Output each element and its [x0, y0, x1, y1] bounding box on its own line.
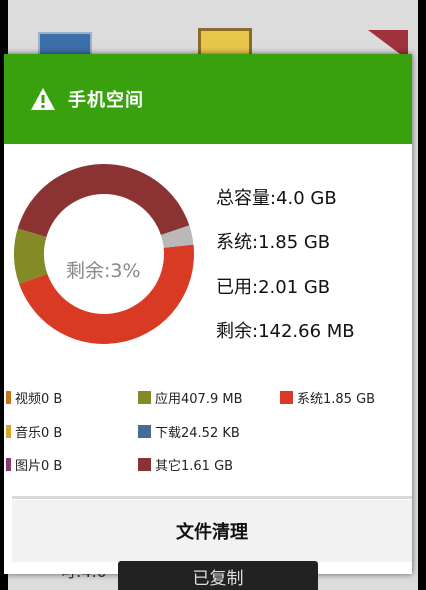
legend-swatch	[6, 425, 11, 438]
legend-item-downloads: 下载24.52 KB	[138, 422, 240, 441]
warning-icon	[31, 88, 55, 110]
legend-swatch	[6, 458, 11, 471]
divider	[12, 496, 412, 499]
file-cleanup-button[interactable]: 文件清理	[12, 500, 412, 562]
legend-item-pictures: 图片0 B	[6, 455, 62, 474]
legend-item-video: 视频0 B	[6, 388, 62, 407]
legend-swatch	[138, 391, 151, 404]
dialog-title: 手机空间	[68, 90, 144, 111]
legend-label: 其它1.61 GB	[155, 459, 234, 474]
donut-slice-其它	[17, 163, 190, 237]
legend-label: 音乐0 B	[15, 426, 63, 441]
legend-swatch	[138, 425, 151, 438]
system-usage: 系统:1.85 GB	[216, 232, 331, 253]
donut-slice-应用	[13, 228, 48, 284]
legend-item-system: 系统1.85 GB	[280, 388, 375, 407]
legend-label: 下载24.52 KB	[155, 426, 240, 441]
free-space: 剩余:142.66 MB	[216, 321, 355, 342]
storage-donut-chart	[13, 163, 195, 344]
dialog-header: 手机空间	[4, 54, 412, 144]
legend-swatch	[6, 391, 11, 404]
legend-item-music: 音乐0 B	[6, 422, 62, 441]
total-capacity: 总容量:4.0 GB	[216, 188, 337, 209]
legend-swatch	[280, 391, 293, 404]
used-space: 已用:2.01 GB	[216, 277, 331, 298]
donut-center-label: 剩余:3%	[66, 260, 141, 282]
legend-label: 应用407.9 MB	[155, 392, 243, 407]
legend-label: 系统1.85 GB	[297, 392, 376, 407]
legend-item-other: 其它1.61 GB	[138, 455, 233, 474]
phone-storage-dialog: 手机空间 剩余:3% 总容量:4.0 GB 系统:1.85 GB 已用:2.01…	[4, 54, 412, 574]
toast-message: 已复制	[118, 561, 318, 590]
legend-swatch	[138, 458, 151, 471]
legend-label: 图片0 B	[15, 459, 63, 474]
legend-label: 视频0 B	[15, 392, 63, 407]
legend-item-apps: 应用407.9 MB	[138, 388, 242, 407]
